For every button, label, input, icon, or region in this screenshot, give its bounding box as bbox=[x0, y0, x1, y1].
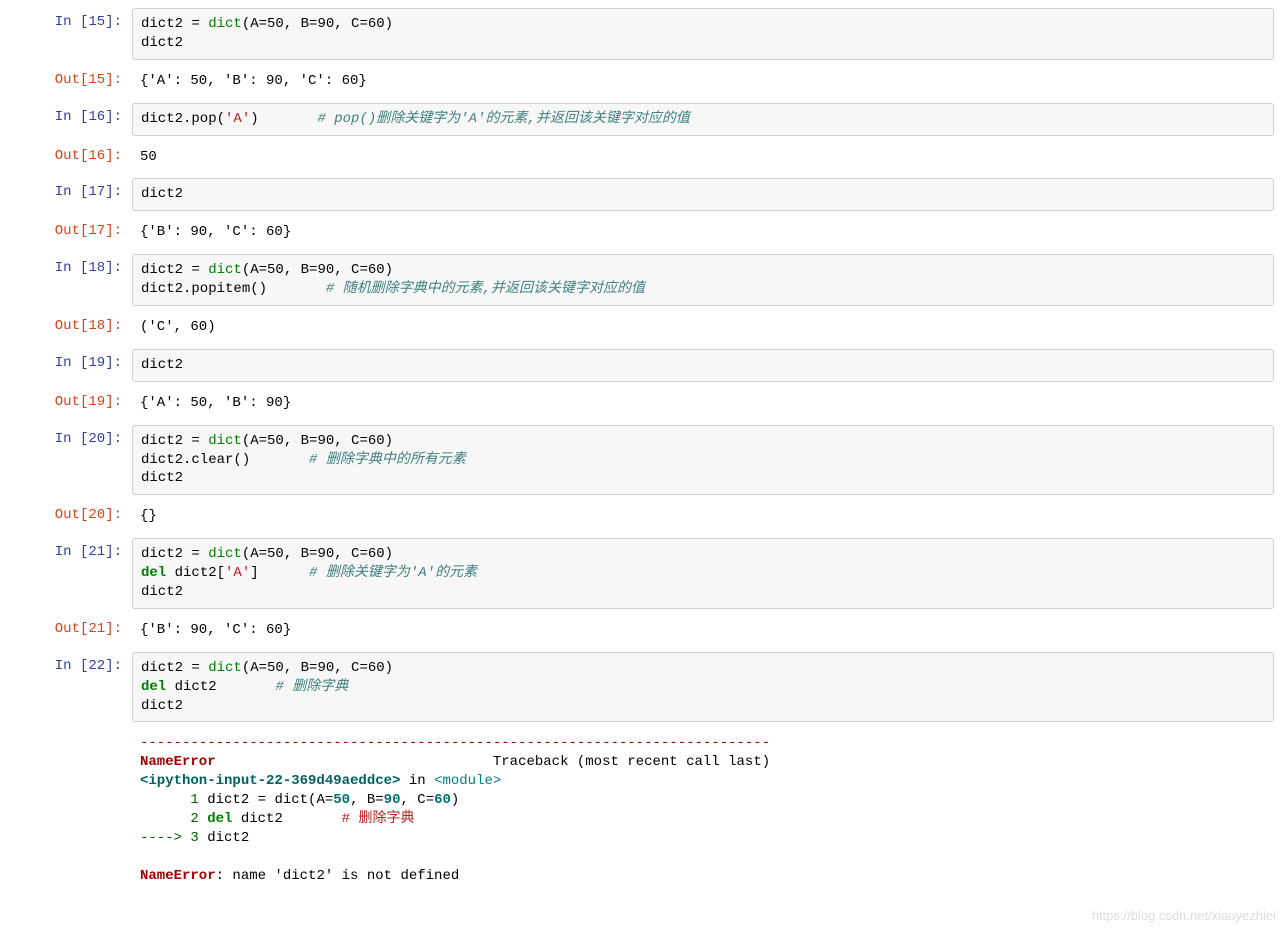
out-prompt: Out[20]: bbox=[12, 501, 132, 532]
code-area[interactable]: dict2 = dict(A=50, B=90, C=60) dict2 bbox=[132, 8, 1274, 60]
output-cell: Out[18]:('C', 60) bbox=[12, 312, 1274, 343]
output-text: {'A': 50, 'B': 90, 'C': 60} bbox=[132, 66, 1274, 97]
output-text: {'B': 90, 'C': 60} bbox=[132, 615, 1274, 646]
input-cell: In [22]:dict2 = dict(A=50, B=90, C=60) d… bbox=[12, 652, 1274, 723]
in-prompt: In [15]: bbox=[12, 8, 132, 60]
output-text: {'A': 50, 'B': 90} bbox=[132, 388, 1274, 419]
output-cell: Out[21]:{'B': 90, 'C': 60} bbox=[12, 615, 1274, 646]
input-cell: In [17]:dict2 bbox=[12, 178, 1274, 211]
in-prompt: In [19]: bbox=[12, 349, 132, 382]
output-text: {'B': 90, 'C': 60} bbox=[132, 217, 1274, 248]
output-cell: Out[20]:{} bbox=[12, 501, 1274, 532]
traceback-output: ----------------------------------------… bbox=[132, 728, 1274, 891]
out-prompt: Out[21]: bbox=[12, 615, 132, 646]
input-cell: In [20]:dict2 = dict(A=50, B=90, C=60) d… bbox=[12, 425, 1274, 496]
code-area[interactable]: dict2 = dict(A=50, B=90, C=60) dict2.pop… bbox=[132, 254, 1274, 306]
output-cell: Out[17]:{'B': 90, 'C': 60} bbox=[12, 217, 1274, 248]
code-area[interactable]: dict2 = dict(A=50, B=90, C=60) dict2.cle… bbox=[132, 425, 1274, 496]
out-prompt: Out[15]: bbox=[12, 66, 132, 97]
out-prompt: Out[19]: bbox=[12, 388, 132, 419]
code-area[interactable]: dict2 = dict(A=50, B=90, C=60) del dict2… bbox=[132, 538, 1274, 609]
in-prompt: In [16]: bbox=[12, 103, 132, 136]
output-cell: Out[19]:{'A': 50, 'B': 90} bbox=[12, 388, 1274, 419]
out-prompt: Out[17]: bbox=[12, 217, 132, 248]
empty-prompt bbox=[12, 728, 132, 891]
code-area[interactable]: dict2.pop('A') # pop()删除关键字为'A'的元素,并返回该关… bbox=[132, 103, 1274, 136]
out-prompt: Out[16]: bbox=[12, 142, 132, 173]
in-prompt: In [22]: bbox=[12, 652, 132, 723]
input-cell: In [15]:dict2 = dict(A=50, B=90, C=60) d… bbox=[12, 8, 1274, 60]
output-cell: Out[16]:50 bbox=[12, 142, 1274, 173]
code-area[interactable]: dict2 bbox=[132, 178, 1274, 211]
out-prompt: Out[18]: bbox=[12, 312, 132, 343]
watermark-text: https://blog.csdn.net/xiaoyezhiei bbox=[1092, 908, 1276, 923]
input-cell: In [19]:dict2 bbox=[12, 349, 1274, 382]
code-area[interactable]: dict2 = dict(A=50, B=90, C=60) del dict2… bbox=[132, 652, 1274, 723]
input-cell: In [18]:dict2 = dict(A=50, B=90, C=60) d… bbox=[12, 254, 1274, 306]
input-cell: In [16]:dict2.pop('A') # pop()删除关键字为'A'的… bbox=[12, 103, 1274, 136]
output-cell: Out[15]:{'A': 50, 'B': 90, 'C': 60} bbox=[12, 66, 1274, 97]
input-cell: In [21]:dict2 = dict(A=50, B=90, C=60) d… bbox=[12, 538, 1274, 609]
in-prompt: In [21]: bbox=[12, 538, 132, 609]
in-prompt: In [18]: bbox=[12, 254, 132, 306]
in-prompt: In [20]: bbox=[12, 425, 132, 496]
notebook-container: In [15]:dict2 = dict(A=50, B=90, C=60) d… bbox=[0, 0, 1286, 918]
output-text: ('C', 60) bbox=[132, 312, 1274, 343]
output-text: {} bbox=[132, 501, 1274, 532]
output-text: 50 bbox=[132, 142, 1274, 173]
in-prompt: In [17]: bbox=[12, 178, 132, 211]
code-area[interactable]: dict2 bbox=[132, 349, 1274, 382]
traceback-cell: ----------------------------------------… bbox=[12, 728, 1274, 891]
